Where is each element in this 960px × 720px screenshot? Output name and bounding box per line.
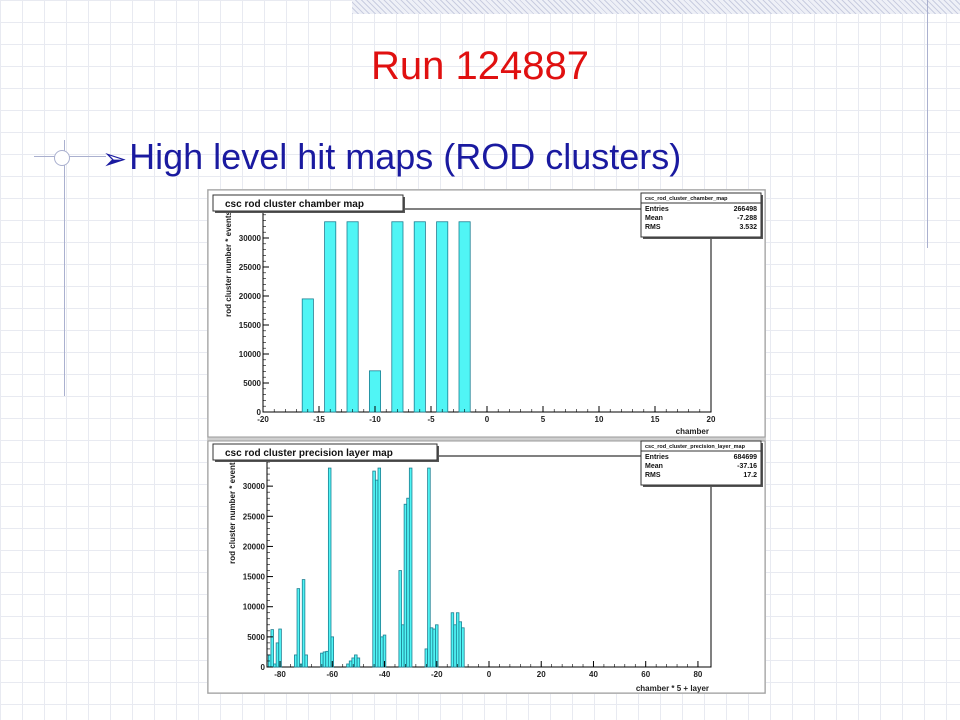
x-tick-label: -20 xyxy=(257,415,269,424)
y-tick-label: 10000 xyxy=(243,603,266,612)
bullet-text: High level hit maps (ROD clusters) xyxy=(129,136,682,177)
histogram-bar xyxy=(458,221,471,413)
x-tick-label: -5 xyxy=(427,415,435,424)
x-tick-label: -10 xyxy=(369,415,381,424)
stats-label-entries: Entries xyxy=(645,206,669,213)
x-tick-label: 5 xyxy=(541,415,546,424)
top-decorative-band xyxy=(352,0,960,14)
y-tick-label: 5000 xyxy=(247,633,265,642)
x-tick-label: -15 xyxy=(313,415,325,424)
stats-value-mean: -7.288 xyxy=(737,215,757,222)
chart-pane-0: 0 5000 10000 15000 20000 25000 30000 -20 -15 -10 -… xyxy=(207,189,766,438)
chart-title: csc rod cluster precision layer map xyxy=(225,448,393,459)
slide-title: Run 124887 xyxy=(371,44,589,88)
chart-pane-1: 0 5000 10000 15000 20000 25000 30000 -80 -60 -40 -… xyxy=(207,440,766,694)
left-decorative-line xyxy=(64,140,65,396)
stats-value-rms: 3.532 xyxy=(739,224,757,231)
histogram-bar xyxy=(413,221,426,413)
x-tick-label: 15 xyxy=(651,415,660,424)
stats-name: csc_rod_cluster_chamber_map xyxy=(645,196,728,202)
stats-value-entries: 266498 xyxy=(734,206,757,213)
histogram-bar xyxy=(356,657,361,668)
x-tick-label: -80 xyxy=(274,670,286,679)
x-tick-label: 60 xyxy=(641,670,650,679)
stats-value-mean: -37.16 xyxy=(737,463,757,470)
y-tick-label: 10000 xyxy=(239,350,262,359)
stats-label-mean: Mean xyxy=(645,463,663,470)
x-tick-label: 0 xyxy=(485,415,490,424)
histogram-bar xyxy=(270,629,274,668)
stats-name: csc_rod_cluster_precision_layer_map xyxy=(645,444,746,450)
stats-value-rms: 17.2 xyxy=(743,472,757,479)
x-axis-label: chamber xyxy=(676,427,709,436)
stats-label-rms: RMS xyxy=(645,224,661,231)
histogram-bar xyxy=(346,221,359,413)
x-axis-label: chamber * 5 + layer xyxy=(636,684,709,693)
x-tick-label: 40 xyxy=(589,670,598,679)
histogram-bar xyxy=(461,627,465,668)
bullet-decorative-line xyxy=(34,156,106,157)
y-tick-label: 30000 xyxy=(243,482,266,491)
stats-label-entries: Entries xyxy=(645,454,669,461)
stats-value-entries: 684699 xyxy=(734,454,757,461)
histogram-bar xyxy=(301,579,306,668)
decorative-circle-icon xyxy=(54,150,70,166)
x-tick-label: 10 xyxy=(595,415,604,424)
y-tick-label: 15000 xyxy=(239,321,262,330)
histogram-bar xyxy=(408,467,413,668)
histogram-bar xyxy=(368,370,381,413)
stats-label-mean: Mean xyxy=(645,215,663,222)
bullet-item: ➢High level hit maps (ROD clusters) xyxy=(102,136,681,178)
histogram-bar xyxy=(296,588,301,668)
arrow-bullet-icon: ➢ xyxy=(102,143,128,176)
plots-panel: 0 5000 10000 15000 20000 25000 30000 -20 -15 -10 -… xyxy=(207,189,766,694)
y-axis-label: rod cluster number * events xyxy=(224,210,233,316)
histogram-plots: 0 5000 10000 15000 20000 25000 30000 -20 -15 -10 -… xyxy=(207,189,766,694)
chart-title: csc rod cluster chamber map xyxy=(225,199,364,210)
histogram-bar xyxy=(435,624,439,668)
right-decorative-line xyxy=(927,0,928,248)
y-axis-label: rod cluster number * events xyxy=(228,457,237,563)
y-tick-label: 0 xyxy=(261,663,266,672)
x-tick-label: -20 xyxy=(431,670,443,679)
x-tick-label: 80 xyxy=(693,670,702,679)
stats-label-rms: RMS xyxy=(645,472,661,479)
y-tick-label: 15000 xyxy=(243,573,266,582)
y-tick-label: 20000 xyxy=(243,542,266,551)
x-tick-label: 20 xyxy=(537,670,546,679)
y-tick-label: 30000 xyxy=(239,234,262,243)
y-tick-label: 5000 xyxy=(243,379,261,388)
y-tick-label: 25000 xyxy=(243,512,266,521)
histogram-bar xyxy=(391,221,404,413)
x-tick-label: 0 xyxy=(487,670,492,679)
histogram-bar xyxy=(301,298,314,413)
y-tick-label: 20000 xyxy=(239,292,262,301)
x-tick-label: 20 xyxy=(707,415,716,424)
histogram-bar xyxy=(304,654,308,668)
histogram-bar xyxy=(436,221,449,413)
y-tick-label: 25000 xyxy=(239,263,262,272)
histogram-bar xyxy=(324,221,337,413)
x-tick-label: -40 xyxy=(379,670,391,679)
x-tick-label: -60 xyxy=(327,670,339,679)
